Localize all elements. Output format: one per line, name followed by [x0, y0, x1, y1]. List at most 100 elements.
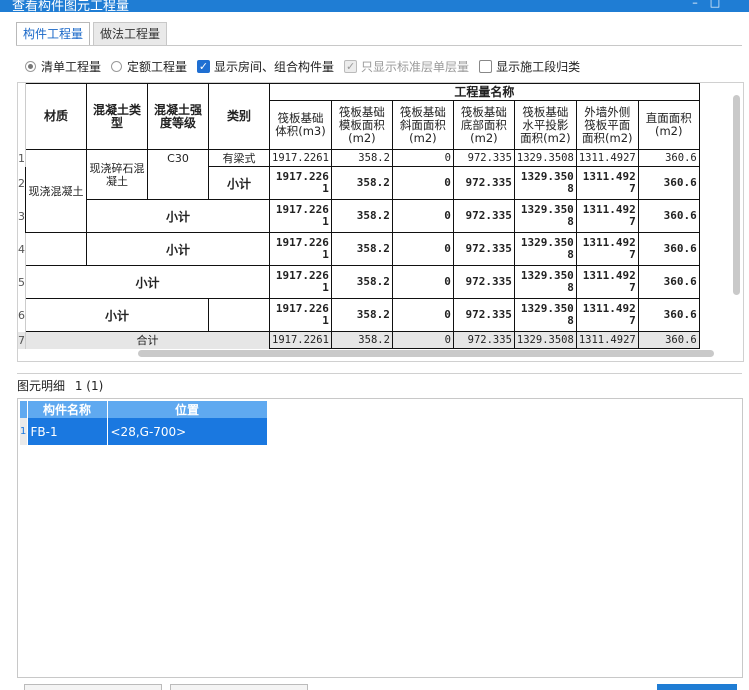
option-std-floor: ✓ 只显示标准层单层量 — [344, 58, 469, 75]
row-number: 6 — [18, 298, 26, 332]
cell-empty — [208, 298, 270, 332]
bottom-button-primary[interactable] — [657, 684, 737, 690]
bottom-button-2[interactable] — [170, 684, 308, 690]
cell-concrete-type: 现浇碎石混凝土 — [86, 149, 148, 200]
option-qd-quantity[interactable]: 清单工程量 — [25, 58, 101, 75]
cell-value: 1311.4927 — [575, 265, 639, 299]
cell-value: 972.335 — [452, 331, 515, 349]
tab-method-quantity[interactable]: 做法工程量 — [93, 22, 168, 45]
cell-value: 358.2 — [330, 199, 393, 233]
cell-value: 972.335 — [452, 149, 515, 167]
table-row[interactable]: 3 小计 1917.2261 358.2 0 972.335 1329.3508… — [18, 199, 700, 233]
cell-value: 1329.3508 — [513, 149, 577, 167]
table-row-total[interactable]: 7 合计 1917.2261 358.2 0 972.335 1329.3508… — [18, 331, 700, 349]
table-row[interactable]: 1 现浇混凝土 现浇碎石混凝土 C30 有梁式 1917.2261 358.2 … — [18, 149, 700, 233]
cell-value: 360.6 — [637, 199, 700, 233]
cell-material: 现浇混凝土 — [25, 149, 87, 233]
option-stage[interactable]: 显示施工段归类 — [479, 58, 580, 75]
cell-value: 1311.4927 — [575, 331, 639, 349]
cell-value: 1917.2261 — [269, 149, 332, 167]
cell-subtotal-label: 小计 — [86, 232, 270, 266]
row-number: 7 — [18, 331, 26, 349]
std-floor-label: 只显示标准层单层量 — [361, 59, 470, 74]
stage-label: 显示施工段归类 — [496, 59, 581, 74]
header-category[interactable]: 类别 — [208, 83, 270, 150]
cell-value: 1917.2261 — [269, 331, 332, 349]
detail-label: 图元明细 — [17, 379, 66, 393]
header-concrete-type[interactable]: 混凝土类型 — [86, 83, 148, 150]
tab-component-quantity[interactable]: 构件工程量 — [16, 22, 91, 46]
show-room-checkbox[interactable]: ✓ — [197, 59, 211, 73]
option-show-room[interactable]: ✓ 显示房间、组合构件量 — [197, 58, 334, 75]
cell-value: 1329.3508 — [513, 166, 577, 200]
cell-value: 360.6 — [637, 298, 700, 332]
row-number: 3 — [18, 199, 26, 233]
cell-value: 0 — [391, 331, 454, 349]
horizontal-scrollbar[interactable] — [138, 350, 714, 357]
cell-value: 1329.3508 — [513, 331, 577, 349]
header-quantity-name: 工程量名称 — [269, 83, 700, 101]
cell-value: 972.335 — [452, 298, 515, 332]
header-col-slope[interactable]: 筏板基础斜面面积(m2) — [391, 100, 454, 150]
cell-value: 1329.3508 — [513, 199, 577, 233]
show-room-label: 显示房间、组合构件量 — [214, 59, 335, 74]
cell-value: 358.2 — [330, 331, 393, 349]
options-row: 清单工程量 定额工程量 ✓ 显示房间、组合构件量 ✓ 只显示标准层单层量 显示施… — [25, 57, 590, 75]
table-row[interactable]: 5 小计 1917.2261 358.2 0 972.335 1329.3508… — [18, 265, 700, 299]
detail-header-row: 构件名称 位置 — [20, 401, 268, 418]
cell-value: 360.6 — [637, 166, 700, 200]
cell-value: 1329.3508 — [513, 232, 577, 266]
detail-grid: 构件名称 位置 1 FB-1 <28,G-700> — [17, 398, 743, 678]
title-bar: 查看构件图元工程量 – □ — [0, 0, 749, 12]
vertical-scrollbar[interactable] — [733, 95, 740, 295]
row-number: 2 — [18, 166, 26, 200]
table-row[interactable]: 4 小计 1917.2261 358.2 0 972.335 1329.3508… — [18, 232, 700, 266]
header-col-volume[interactable]: 筏板基础体积(m3) — [269, 100, 332, 150]
minimize-icon[interactable]: – — [688, 0, 702, 10]
header-component-name[interactable]: 构件名称 — [27, 401, 108, 418]
bottom-button-1[interactable] — [24, 684, 162, 690]
header-col-outer-wall[interactable]: 外墙外侧筏板平面面积(m2) — [575, 100, 639, 150]
cell-component-name: FB-1 — [27, 418, 108, 445]
de-label: 定额工程量 — [127, 59, 188, 74]
header-material[interactable]: 材质 — [25, 83, 87, 150]
quantity-grid: 材质 混凝土类型 混凝土强度等级 类别 工程量名称 筏板基础体积(m3) 筏板基… — [17, 82, 744, 362]
header-concrete-grade[interactable]: 混凝土强度等级 — [147, 83, 209, 150]
panel-divider — [17, 373, 742, 374]
cell-value: 1311.4927 — [575, 232, 639, 266]
quantity-table: 材质 混凝土类型 混凝土强度等级 类别 工程量名称 筏板基础体积(m3) 筏板基… — [18, 83, 700, 349]
row-number: 4 — [18, 232, 26, 266]
tab-bar: 构件工程量 做法工程量 — [16, 22, 170, 46]
cell-position: <28,G-700> — [107, 418, 268, 445]
cell-subtotal-label: 小计 — [86, 199, 270, 233]
option-de-quantity[interactable]: 定额工程量 — [111, 58, 187, 75]
cell-value: 358.2 — [330, 166, 393, 200]
detail-header: 图元明细 1 (1) — [17, 377, 103, 394]
cell-value: 1311.4927 — [575, 149, 639, 167]
header-col-formwork[interactable]: 筏板基础模板面积(m2) — [330, 100, 393, 150]
cell-subtotal-label: 小计 — [25, 298, 209, 332]
header-col-bottom[interactable]: 筏板基础底部面积(m2) — [452, 100, 515, 150]
cell-value: 360.6 — [637, 149, 700, 167]
header-col-vertical[interactable]: 直面面积(m2) — [637, 100, 700, 150]
maximize-icon[interactable]: □ — [708, 0, 722, 10]
cell-value: 1917.2261 — [269, 199, 332, 233]
detail-table: 构件名称 位置 1 FB-1 <28,G-700> — [20, 401, 268, 445]
cell-value: 1917.2261 — [269, 298, 332, 332]
cell-value: 360.6 — [637, 232, 700, 266]
header-position[interactable]: 位置 — [107, 401, 268, 418]
cell-subtotal-label: 小计 — [208, 166, 270, 200]
table-row[interactable]: 1 FB-1 <28,G-700> — [20, 418, 268, 445]
qd-label: 清单工程量 — [41, 59, 102, 74]
table-row[interactable]: 6 小计 1917.2261 358.2 0 972.335 1329.3508… — [18, 298, 700, 332]
cell-value: 1329.3508 — [513, 265, 577, 299]
cell-value: 358.2 — [330, 265, 393, 299]
qd-radio[interactable] — [25, 60, 36, 72]
stage-checkbox[interactable] — [479, 59, 493, 73]
cell-value: 360.6 — [637, 265, 700, 299]
cell-value: 0 — [391, 298, 454, 332]
header-col-projection[interactable]: 筏板基础水平投影面积(m2) — [513, 100, 577, 150]
cell-value: 1311.4927 — [575, 166, 639, 200]
std-floor-checkbox: ✓ — [344, 59, 358, 73]
de-radio[interactable] — [111, 60, 123, 72]
